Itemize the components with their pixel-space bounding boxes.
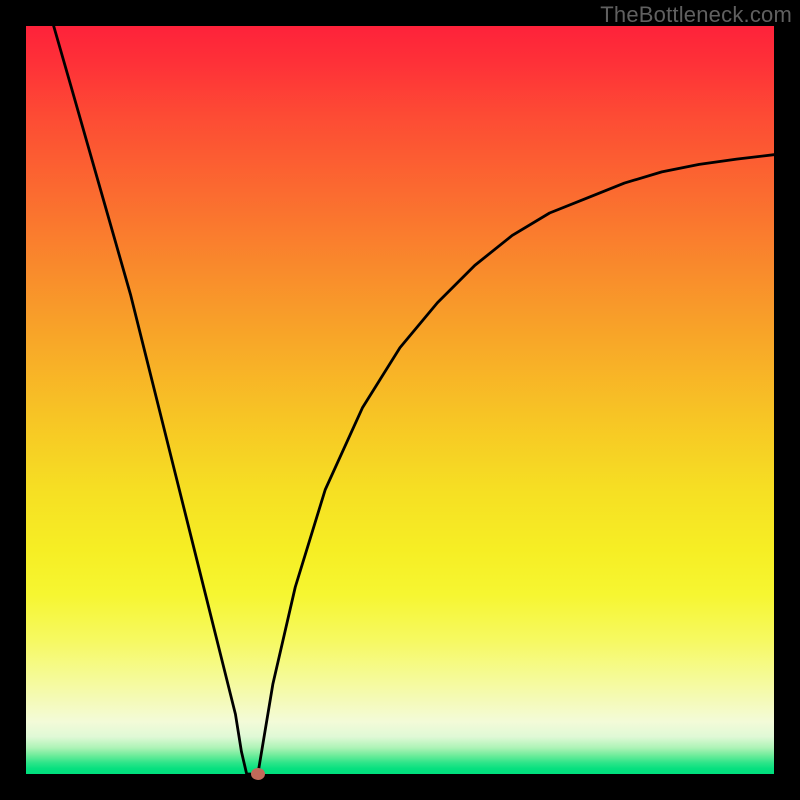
curve-left-branch [54,26,251,774]
plot-area [26,26,774,774]
chart-frame: TheBottleneck.com [0,0,800,800]
curve-right-branch [258,155,774,774]
marker-dot [251,768,265,780]
curve-svg [26,26,774,774]
watermark-text: TheBottleneck.com [600,2,792,28]
